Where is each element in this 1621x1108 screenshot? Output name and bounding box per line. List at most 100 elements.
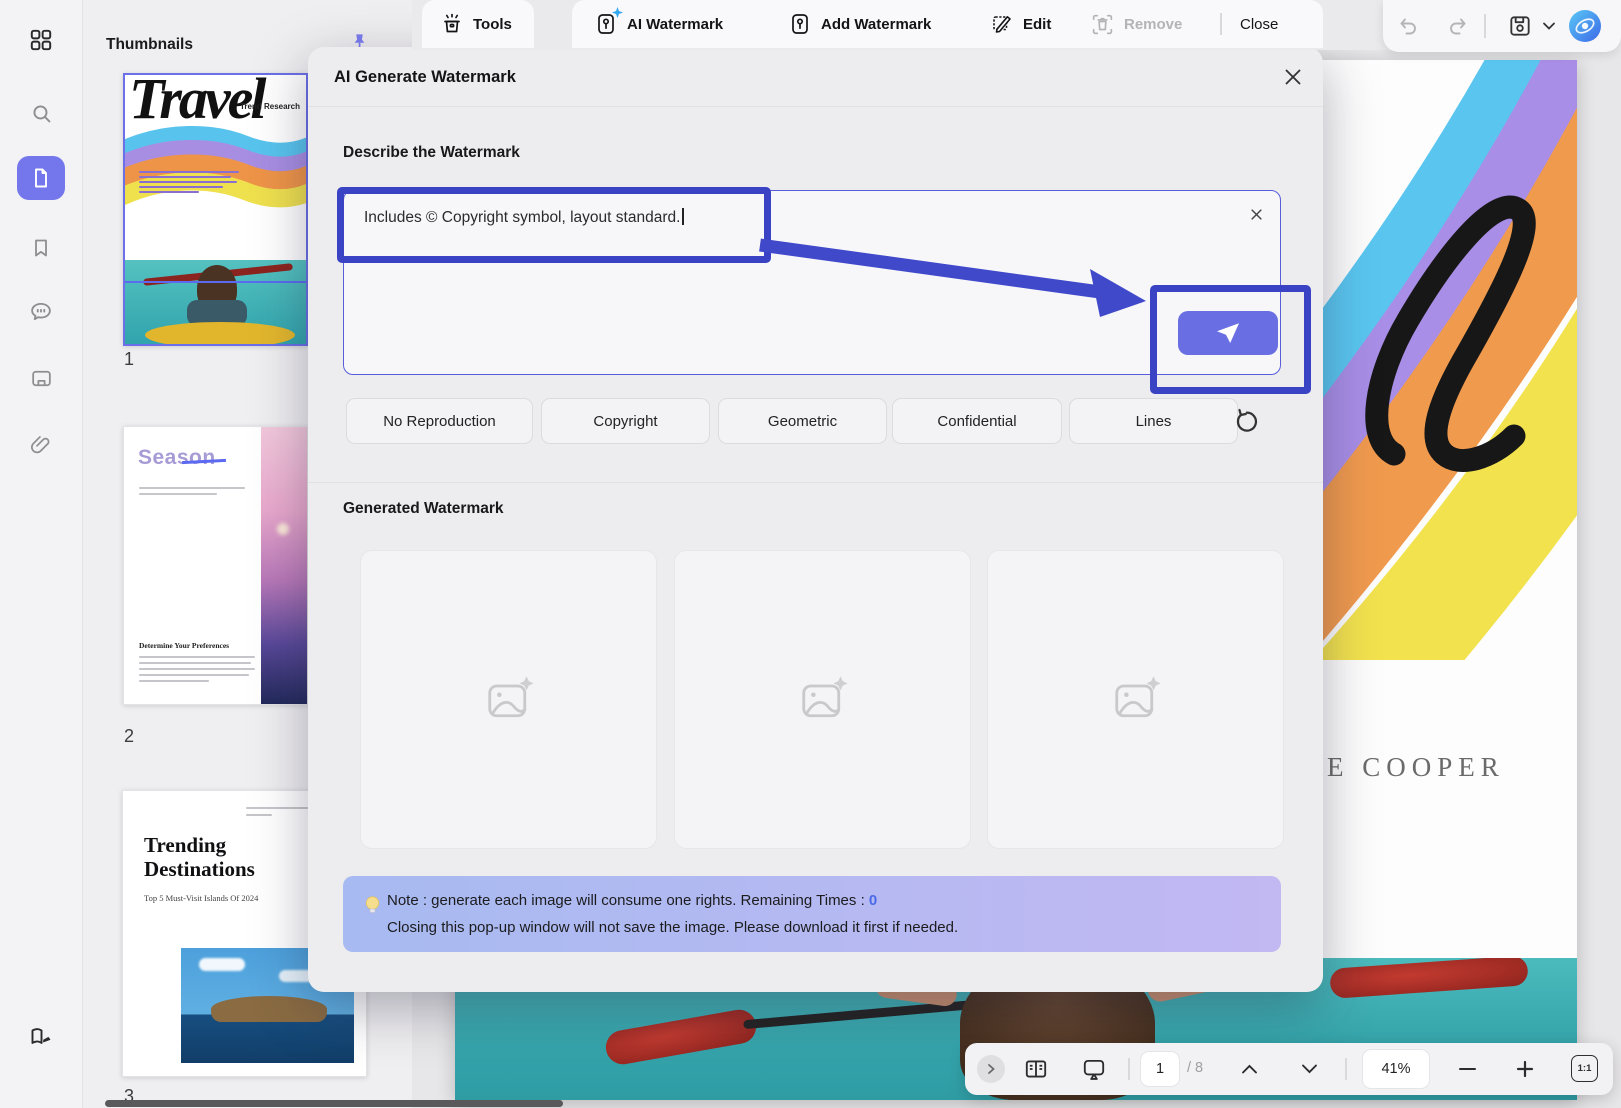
- dialog-close-icon[interactable]: [1280, 64, 1306, 90]
- zoom-level-control[interactable]: 41%: [1363, 1050, 1429, 1088]
- preset-label: No Reproduction: [383, 412, 496, 430]
- clear-input-icon[interactable]: [1249, 207, 1264, 222]
- total-pages-label: / 8: [1187, 1060, 1204, 1076]
- close-button-label: Close: [1240, 15, 1279, 33]
- remove-trash-icon: [1090, 12, 1115, 37]
- toolbar-divider: [1345, 1058, 1347, 1080]
- generated-watermark-label: Generated Watermark: [343, 500, 504, 517]
- ai-sparkle-icon: [612, 7, 623, 18]
- preset-confidential[interactable]: Confidential: [892, 398, 1062, 444]
- preset-no-reproduction[interactable]: No Reproduction: [346, 398, 533, 444]
- page-author-text: E COOPER: [1327, 752, 1505, 782]
- app-window: Thumbnails Travel Trend Research 1 Seaso…: [0, 0, 1621, 1108]
- thumbnails-panel-icon[interactable]: [17, 156, 65, 200]
- ai-watermark-icon: [594, 7, 623, 36]
- quick-actions-divider: [1484, 14, 1486, 38]
- tools-tab-label: Tools: [473, 15, 512, 33]
- close-button[interactable]: Close: [1240, 0, 1278, 48]
- left-sidebar: [0, 0, 83, 1108]
- add-watermark-icon: [788, 12, 812, 36]
- thumb3-title-line2: Destinations: [144, 857, 255, 881]
- app-grid-icon[interactable]: [17, 18, 65, 62]
- tab-divider: [1220, 13, 1222, 35]
- preset-label: Copyright: [593, 412, 658, 430]
- ai-watermark-tab-label: AI Watermark: [627, 15, 724, 33]
- save-icon[interactable]: [1507, 13, 1533, 39]
- remove-tab-label: Remove: [1124, 15, 1183, 33]
- page-layout-view-icon[interactable]: [1023, 1056, 1049, 1082]
- note-banner: Note : generate each image will consume …: [343, 876, 1281, 952]
- watermark-tab-group: AI Watermark Add Watermark Edit Remove C…: [572, 0, 1323, 48]
- annotation-arrow: [759, 238, 1146, 317]
- page-script-letter: [1365, 195, 1536, 472]
- send-highlight-box: [1150, 285, 1311, 394]
- toolbar-divider: [1128, 1058, 1130, 1080]
- thumbnail-page-2[interactable]: Season Determine Your Preferences: [123, 426, 308, 705]
- add-watermark-tab-label: Add Watermark: [821, 15, 932, 33]
- page-number-input[interactable]: 1: [1141, 1052, 1179, 1086]
- tab-tools[interactable]: Tools: [422, 0, 534, 48]
- zoom-level-value: 41%: [1381, 1061, 1411, 1077]
- tab-remove[interactable]: Remove: [1090, 0, 1182, 48]
- edit-tab-label: Edit: [1023, 15, 1052, 33]
- bookmark-icon[interactable]: [17, 226, 65, 270]
- remaining-times-count: 0: [868, 892, 878, 909]
- thumbnail-page-1[interactable]: Travel Trend Research: [123, 73, 308, 346]
- dialog-section-divider: [308, 482, 1323, 483]
- note-line1-text: Note : generate each image will consume …: [387, 892, 869, 909]
- thumb2-title: Season: [138, 446, 216, 469]
- zoom-in-icon[interactable]: [1516, 1060, 1534, 1078]
- signature-icon[interactable]: [17, 1013, 65, 1057]
- refresh-presets-icon[interactable]: [1233, 406, 1263, 436]
- actual-size-button[interactable]: 1:1: [1571, 1055, 1598, 1082]
- thumb1-page-number: 1: [124, 349, 135, 369]
- dialog-title: AI Generate Watermark: [334, 68, 516, 86]
- presentation-mode-icon[interactable]: [1081, 1056, 1107, 1082]
- current-page-value: 1: [1155, 1061, 1165, 1077]
- save-options-chevron-icon[interactable]: [1542, 21, 1556, 31]
- zoom-out-icon[interactable]: [1459, 1068, 1476, 1071]
- generated-result-slot-1: [360, 550, 657, 849]
- generated-result-slot-3: [987, 550, 1284, 849]
- prompt-highlight-box: [337, 187, 771, 263]
- ai-assistant-logo[interactable]: [1568, 9, 1602, 43]
- next-page-icon[interactable]: [1301, 1063, 1318, 1075]
- preset-label: Lines: [1135, 412, 1172, 430]
- tools-icon: [440, 12, 464, 36]
- thumb1-viewport-line: [125, 281, 306, 283]
- thumb2-heading: Determine Your Preferences: [139, 641, 230, 650]
- tab-edit[interactable]: Edit: [990, 0, 1051, 48]
- expand-toolbar-button[interactable]: [977, 1055, 1005, 1083]
- chevron-right-icon: [988, 1064, 995, 1074]
- tools-tab-content: Tools: [440, 0, 512, 48]
- preset-label: Confidential: [937, 412, 1017, 430]
- thumb1-photo: [125, 260, 306, 344]
- preset-lines[interactable]: Lines: [1069, 398, 1238, 444]
- preset-label: Geometric: [767, 412, 838, 430]
- edit-icon: [990, 12, 1014, 36]
- horizontal-scrollbar[interactable]: [105, 1100, 563, 1107]
- preset-copyright[interactable]: Copyright: [541, 398, 710, 444]
- undo-icon[interactable]: [1397, 14, 1421, 38]
- previous-page-icon[interactable]: [1241, 1063, 1258, 1075]
- note-line2: Closing this pop-up window will not save…: [387, 919, 959, 936]
- note-line1: Note : generate each image will consume …: [387, 892, 877, 909]
- dialog-header-divider: [308, 106, 1323, 107]
- thumb2-photo: [261, 427, 307, 704]
- photo-paddle-blade-left: [603, 1007, 759, 1067]
- describe-watermark-label: Describe the Watermark: [343, 144, 520, 161]
- preset-geometric[interactable]: Geometric: [718, 398, 887, 444]
- paperclip-icon[interactable]: [17, 423, 65, 467]
- thumb3-subtitle: Top 5 Must-Visit Islands Of 2024: [144, 893, 259, 903]
- ai-generate-watermark-dialog: AI Generate Watermark Describe the Water…: [308, 47, 1323, 992]
- lightbulb-icon: [365, 896, 380, 913]
- redo-icon[interactable]: [1445, 14, 1469, 38]
- viewer-bottom-toolbar: 1 / 8 41% 1:1: [965, 1043, 1613, 1095]
- tab-ai-watermark[interactable]: AI Watermark: [594, 0, 723, 48]
- file-card-icon[interactable]: [17, 356, 65, 400]
- thumb3-title-line1: Trending: [144, 833, 227, 857]
- search-icon[interactable]: [17, 91, 65, 135]
- generated-result-slot-2: [674, 550, 971, 849]
- tab-add-watermark[interactable]: Add Watermark: [788, 0, 931, 48]
- comment-icon[interactable]: [17, 290, 65, 334]
